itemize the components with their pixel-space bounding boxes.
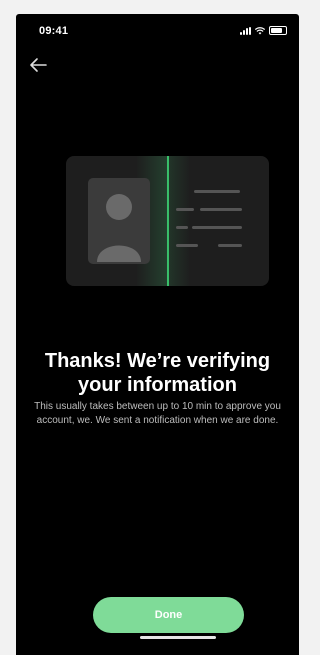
page-title: Thanks! We’re verifying your information — [16, 349, 299, 397]
phone-screen: 09:41 Thanks! We’re verifying your infor… — [16, 14, 299, 655]
done-button[interactable]: Done — [93, 597, 244, 633]
signal-icon — [240, 27, 251, 35]
id-card-scan-illustration — [66, 148, 271, 294]
status-bar: 09:41 — [16, 14, 299, 48]
description-text: This usually takes between up to 10 min … — [34, 401, 281, 426]
status-time: 09:41 — [39, 25, 69, 37]
id-card-scan-icon — [66, 148, 269, 294]
title-line-1: Thanks! We’re verifying — [44, 350, 271, 372]
home-indicator — [140, 636, 216, 639]
title-line-2: your information — [78, 374, 237, 396]
arrow-left-icon — [30, 58, 47, 72]
back-button[interactable] — [28, 54, 50, 76]
status-icons — [240, 26, 287, 35]
battery-icon — [269, 26, 287, 35]
wifi-icon — [255, 27, 265, 35]
